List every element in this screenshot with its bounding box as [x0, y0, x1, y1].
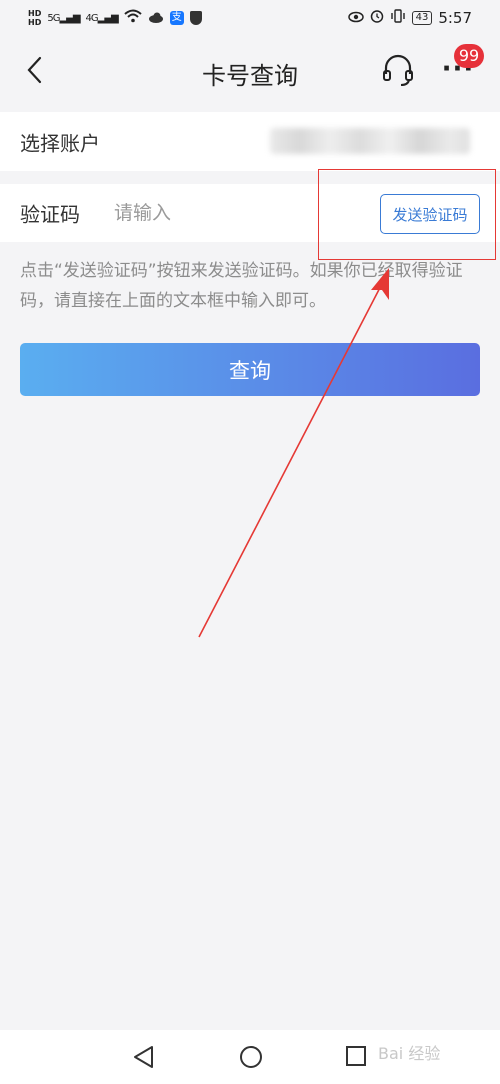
account-value-blurred: [270, 128, 470, 154]
customer-service-button[interactable]: [376, 50, 420, 90]
hint-text: 点击“发送验证码”按钮来发送验证码。如果你已经取得验证码，请直接在上面的文本框中…: [20, 261, 463, 311]
battery-icon: 43: [411, 11, 433, 25]
signal-icon-2: 4G▂▄▆: [85, 12, 119, 24]
wifi-icon: [124, 9, 142, 27]
navigation-bar: 卡号查询 ··· 99: [0, 36, 500, 106]
alipay-icon: 支: [169, 11, 184, 25]
page-title: 卡号查询: [202, 62, 298, 90]
watermark: Bai 经验: [378, 1044, 441, 1063]
system-back-button[interactable]: [130, 1044, 158, 1070]
hd-label-2: HD: [28, 18, 42, 27]
alarm-icon: [370, 9, 384, 27]
nav-recent-icon: [346, 1046, 366, 1066]
eye-icon: [347, 9, 364, 27]
time-label: 5:57: [438, 9, 472, 27]
system-home-button[interactable]: [238, 1044, 264, 1070]
nav-back-icon: [134, 1046, 153, 1068]
send-code-button[interactable]: 发送验证码: [380, 194, 480, 234]
status-bar: HD HD 5G▂▄▆ 4G▂▄▆ 支 43 5:57: [0, 0, 500, 36]
account-select-row[interactable]: 选择账户: [0, 112, 500, 171]
notification-badge: 99: [454, 44, 484, 68]
cloud-icon: [148, 9, 164, 27]
network-5g-label: 5G: [47, 12, 60, 24]
headset-icon: [383, 54, 413, 86]
system-recent-apps-button[interactable]: [344, 1044, 368, 1068]
shield-icon: [189, 11, 202, 25]
account-label: 选择账户: [20, 131, 100, 155]
signal-icon: 5G▂▄▆: [47, 12, 80, 24]
network-4g-label: 4G: [85, 12, 99, 24]
query-button[interactable]: 查询: [20, 343, 480, 396]
hd-label-1: HD: [28, 9, 42, 18]
status-bar-left: HD HD 5G▂▄▆ 4G▂▄▆ 支: [28, 9, 202, 27]
nav-home-icon: [240, 1046, 262, 1068]
verification-code-label: 验证码: [20, 202, 80, 227]
hd-indicator: HD HD: [28, 9, 41, 27]
verification-code-input[interactable]: [114, 196, 304, 230]
vibrate-icon: [390, 9, 406, 27]
status-bar-right: 43 5:57: [347, 9, 472, 27]
